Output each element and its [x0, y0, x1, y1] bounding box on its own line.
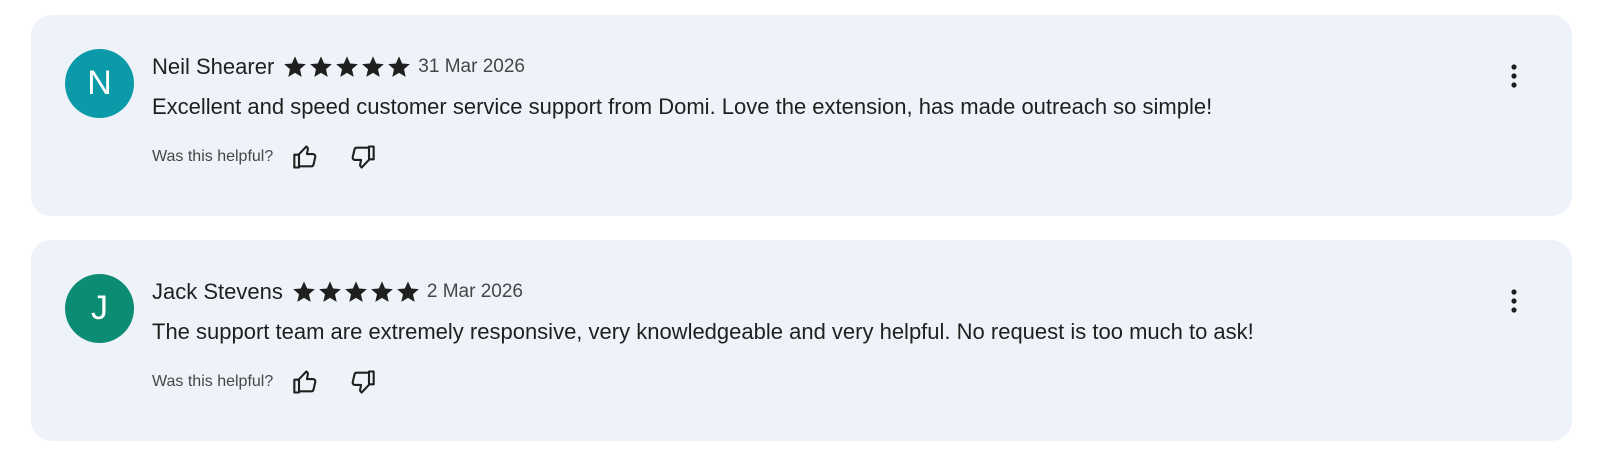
star-rating: [291, 279, 421, 305]
thumbs-down-button[interactable]: [345, 140, 379, 174]
review-card: N Neil Shearer 31 Mar 2026 Excellent and…: [31, 15, 1572, 216]
thumbs-up-icon: [293, 145, 317, 169]
review-date: 31 Mar 2026: [418, 56, 525, 77]
reviews-list: N Neil Shearer 31 Mar 2026 Excellent and…: [0, 0, 1600, 454]
review-text: The support team are extremely responsiv…: [152, 319, 1254, 344]
thumbs-down-icon: [351, 145, 375, 169]
more-options-button[interactable]: [1502, 284, 1526, 318]
star-icon: [336, 56, 359, 77]
reviewer-name: Neil Shearer: [152, 54, 275, 79]
star-icon: [397, 281, 419, 302]
thumbs-up-button[interactable]: [289, 365, 323, 399]
star-icon: [310, 56, 333, 77]
review-date: 2 Mar 2026: [426, 281, 523, 302]
review-header: Jack Stevens 2 Mar 2026: [152, 277, 523, 307]
helpful-label: Was this helpful?: [152, 148, 274, 165]
more-vert-icon: [1511, 64, 1517, 88]
reviewer-name: Jack Stevens: [152, 279, 283, 304]
more-options-button[interactable]: [1502, 59, 1526, 93]
star-icon: [293, 281, 315, 302]
thumbs-down-button[interactable]: [345, 365, 379, 399]
more-vert-icon: [1511, 289, 1517, 313]
avatar: J: [65, 274, 134, 343]
avatar-initial: J: [91, 289, 108, 327]
review-card: J Jack Stevens 2 Mar 2026 The support te…: [31, 240, 1572, 441]
star-icon: [388, 56, 411, 77]
star-icon: [319, 281, 341, 302]
helpful-row: Was this helpful?: [152, 142, 401, 172]
thumbs-up-icon: [293, 370, 317, 394]
star-rating: [282, 54, 412, 80]
star-icon: [362, 56, 385, 77]
avatar: N: [65, 49, 134, 118]
thumbs-up-button[interactable]: [289, 140, 323, 174]
thumbs-down-icon: [351, 370, 375, 394]
helpful-label: Was this helpful?: [152, 373, 274, 390]
star-icon: [371, 281, 393, 302]
review-text: Excellent and speed customer service sup…: [152, 94, 1213, 119]
star-icon: [345, 281, 367, 302]
star-icon: [284, 56, 307, 77]
helpful-row: Was this helpful?: [152, 367, 401, 397]
review-header: Neil Shearer 31 Mar 2026: [152, 52, 525, 82]
avatar-initial: N: [87, 64, 112, 102]
